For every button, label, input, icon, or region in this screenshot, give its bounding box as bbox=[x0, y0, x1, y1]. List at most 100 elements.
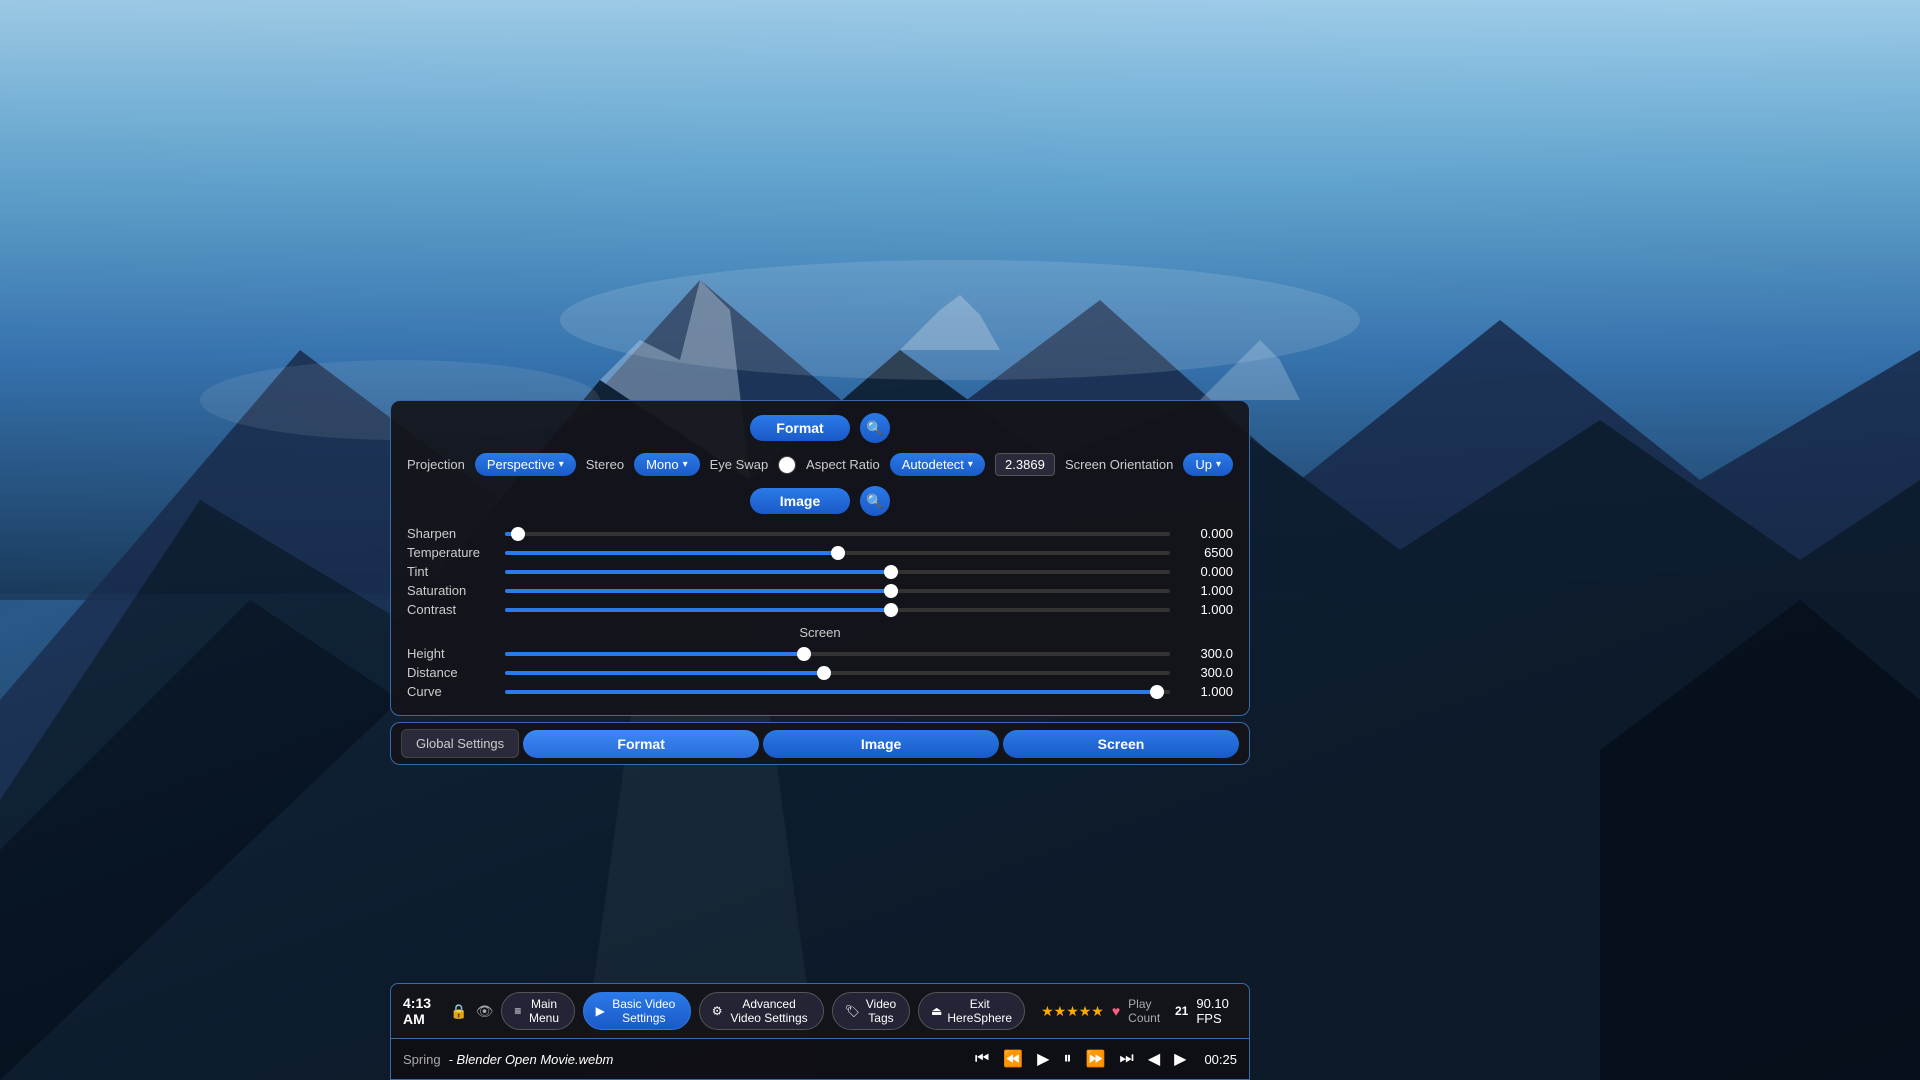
distance-label: Distance bbox=[407, 665, 497, 680]
distance-row: Distance 300.0 bbox=[407, 665, 1233, 680]
taskbar-time: 4:13 AM bbox=[403, 995, 438, 1027]
distance-value: 300.0 bbox=[1178, 665, 1233, 680]
main-menu-button[interactable]: ≡ Main Menu bbox=[501, 992, 574, 1030]
fast-forward-button[interactable]: ⏩ bbox=[1082, 1047, 1110, 1071]
contrast-thumb[interactable] bbox=[884, 603, 898, 617]
basic-video-settings-button[interactable]: ▶ Basic Video Settings bbox=[583, 992, 691, 1030]
saturation-row: Saturation 1.000 bbox=[407, 583, 1233, 598]
fps-display: 90.10 FPS bbox=[1196, 996, 1237, 1026]
rewind-button[interactable]: ⏪ bbox=[999, 1047, 1027, 1071]
skip-back-button[interactable]: ⏮ bbox=[971, 1048, 993, 1070]
sharpen-label: Sharpen bbox=[407, 526, 497, 541]
projection-label: Projection bbox=[407, 457, 465, 472]
screen-tab[interactable]: Screen bbox=[1003, 730, 1239, 758]
tint-label: Tint bbox=[407, 564, 497, 579]
distance-track[interactable] bbox=[505, 671, 1170, 675]
aspect-ratio-dropdown[interactable]: Autodetect bbox=[890, 453, 985, 476]
sharpen-thumb[interactable] bbox=[511, 527, 525, 541]
saturation-fill bbox=[505, 589, 891, 593]
exit-button[interactable]: ⏏ Exit HereSphere bbox=[918, 992, 1025, 1030]
play-button[interactable]: ▶ bbox=[1033, 1047, 1053, 1071]
temperature-row: Temperature 6500 bbox=[407, 545, 1233, 560]
star-rating[interactable]: ★★★★★ bbox=[1041, 1003, 1104, 1020]
stereo-label: Stereo bbox=[586, 457, 624, 472]
height-row: Height 300.0 bbox=[407, 646, 1233, 661]
screen-sliders: Height 300.0 Distance 300.0 Curve bbox=[407, 646, 1233, 699]
curve-fill bbox=[505, 690, 1157, 694]
image-button[interactable]: Image bbox=[750, 488, 850, 514]
height-label: Height bbox=[407, 646, 497, 661]
height-thumb[interactable] bbox=[797, 647, 811, 661]
curve-row: Curve 1.000 bbox=[407, 684, 1233, 699]
eye-swap-label: Eye Swap bbox=[710, 457, 769, 472]
basic-video-settings-label: Basic Video Settings bbox=[610, 997, 678, 1025]
screen-orientation-dropdown[interactable]: Up bbox=[1183, 453, 1233, 476]
basic-video-settings-icon: ▶ bbox=[596, 1004, 605, 1018]
projection-row: Projection Perspective Stereo Mono Eye S… bbox=[407, 453, 1233, 476]
playback-controls: ⏮ ⏪ ▶ ⏸ ⏩ ⏭ ◀ ▶ 00:25 bbox=[971, 1047, 1237, 1071]
height-track[interactable] bbox=[505, 652, 1170, 656]
screen-section-header: Screen bbox=[407, 625, 1233, 640]
taskbar-top: 4:13 AM 🔒 👁 ≡ Main Menu ▶ Basic Video Se… bbox=[390, 983, 1250, 1039]
format-tab[interactable]: Format bbox=[523, 730, 759, 758]
image-header-row: Image 🔍 bbox=[407, 486, 1233, 516]
next-button[interactable]: ▶ bbox=[1170, 1047, 1190, 1071]
temperature-track[interactable] bbox=[505, 551, 1170, 555]
sharpen-row: Sharpen 0.000 bbox=[407, 526, 1233, 541]
aspect-ratio-label: Aspect Ratio bbox=[806, 457, 880, 472]
bottom-tabs-row: Global Settings Format Image Screen bbox=[390, 722, 1250, 765]
curve-label: Curve bbox=[407, 684, 497, 699]
stereo-dropdown[interactable]: Mono bbox=[634, 453, 700, 476]
curve-track[interactable] bbox=[505, 690, 1170, 694]
sharpen-value: 0.000 bbox=[1178, 526, 1233, 541]
sharpen-track[interactable] bbox=[505, 532, 1170, 536]
screen-orientation-label: Screen Orientation bbox=[1065, 457, 1173, 472]
temperature-thumb[interactable] bbox=[831, 546, 845, 560]
tint-value: 0.000 bbox=[1178, 564, 1233, 579]
saturation-thumb[interactable] bbox=[884, 584, 898, 598]
video-tags-button[interactable]: 🏷 Video Tags bbox=[832, 992, 910, 1030]
format-search-button[interactable]: 🔍 bbox=[860, 413, 890, 443]
temperature-value: 6500 bbox=[1178, 545, 1233, 560]
format-search-icon: 🔍 bbox=[866, 420, 883, 437]
image-search-button[interactable]: 🔍 bbox=[860, 486, 890, 516]
tint-row: Tint 0.000 bbox=[407, 564, 1233, 579]
temperature-fill bbox=[505, 551, 838, 555]
main-menu-label: Main Menu bbox=[526, 997, 561, 1025]
eye-swap-thumb bbox=[779, 457, 795, 473]
file-name: - Blender Open Movie.webm bbox=[449, 1052, 614, 1067]
contrast-fill bbox=[505, 608, 891, 612]
heart-icon[interactable]: ♥ bbox=[1112, 1003, 1120, 1019]
format-button[interactable]: Format bbox=[750, 415, 850, 441]
exit-label: Exit HereSphere bbox=[947, 997, 1012, 1025]
contrast-label: Contrast bbox=[407, 602, 497, 617]
format-image-panel: Format 🔍 Projection Perspective Stereo M… bbox=[390, 400, 1250, 716]
eye-swap-toggle[interactable] bbox=[778, 456, 796, 474]
play-count-label: Play Count bbox=[1128, 997, 1167, 1025]
main-ui-panel: Format 🔍 Projection Perspective Stereo M… bbox=[390, 400, 1250, 771]
contrast-row: Contrast 1.000 bbox=[407, 602, 1233, 617]
global-settings-tab[interactable]: Global Settings bbox=[401, 729, 519, 758]
tint-track[interactable] bbox=[505, 570, 1170, 574]
pause-button[interactable]: ⏸ bbox=[1059, 1048, 1075, 1070]
saturation-value: 1.000 bbox=[1178, 583, 1233, 598]
temperature-label: Temperature bbox=[407, 545, 497, 560]
prev-button[interactable]: ◀ bbox=[1144, 1047, 1164, 1071]
aspect-ratio-input[interactable] bbox=[995, 453, 1055, 476]
lock-icon[interactable]: 🔒 bbox=[450, 1003, 467, 1020]
taskbar-bottom: Spring - Blender Open Movie.webm ⏮ ⏪ ▶ ⏸… bbox=[390, 1039, 1250, 1080]
advanced-video-settings-button[interactable]: ⚙ Advanced Video Settings bbox=[699, 992, 824, 1030]
image-tab[interactable]: Image bbox=[763, 730, 999, 758]
projection-dropdown[interactable]: Perspective bbox=[475, 453, 576, 476]
tint-thumb[interactable] bbox=[884, 565, 898, 579]
spring-label: Spring bbox=[403, 1052, 441, 1067]
image-search-icon: 🔍 bbox=[866, 493, 883, 510]
distance-thumb[interactable] bbox=[817, 666, 831, 680]
saturation-track[interactable] bbox=[505, 589, 1170, 593]
contrast-track[interactable] bbox=[505, 608, 1170, 612]
curve-thumb[interactable] bbox=[1150, 685, 1164, 699]
skip-forward-button[interactable]: ⏭ bbox=[1115, 1048, 1137, 1070]
advanced-video-settings-icon: ⚙ bbox=[712, 1004, 723, 1018]
eye-icon[interactable]: 👁 bbox=[476, 1003, 494, 1020]
height-fill bbox=[505, 652, 804, 656]
